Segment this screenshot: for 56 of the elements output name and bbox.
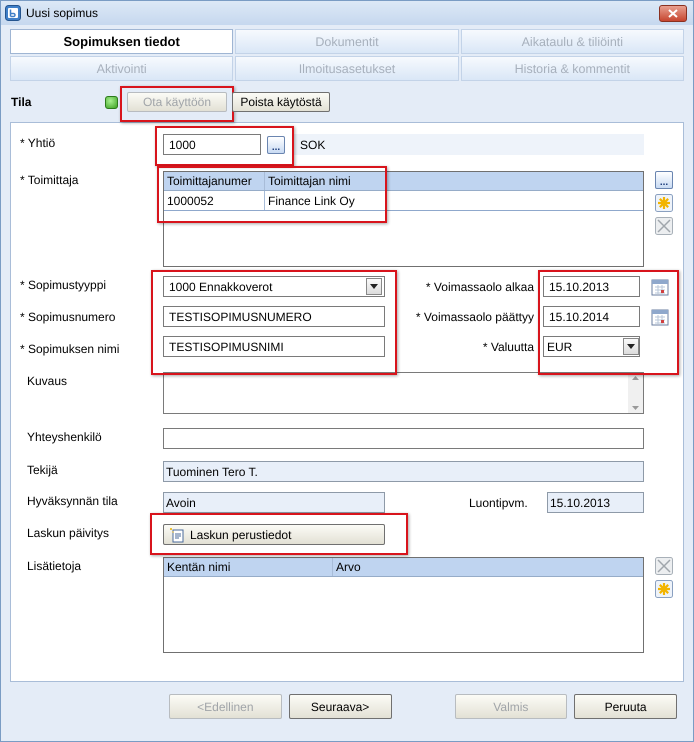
approval-status-field: Avoin	[163, 492, 385, 513]
scroll-up-icon[interactable]	[632, 376, 639, 380]
invoice-details-button[interactable]: Laskun perustiedot	[163, 524, 385, 545]
text-field[interactable]: TESTISOPIMUSNUMERO	[163, 306, 385, 327]
field-label: Yhteyshenkilö	[26, 429, 103, 446]
field-label: * Yhtiö	[20, 135, 56, 152]
tab[interactable]: Sopimuksen tiedot	[10, 29, 234, 54]
company-name-field: SOK	[292, 134, 644, 155]
calendar-icon[interactable]	[651, 308, 669, 326]
table-cell-text: 1000052	[166, 192, 215, 210]
field-label: Luontipvm.	[468, 496, 529, 510]
status-indicator-icon	[105, 96, 118, 108]
dropdown[interactable]: 1000 Ennakkoverot	[163, 276, 385, 297]
field-label: * Sopimusnumero	[20, 309, 116, 326]
field-label: * Sopimustyyppi	[20, 277, 108, 294]
field-label: * Valuutta	[482, 338, 534, 356]
browse-button[interactable]: ...	[267, 136, 285, 154]
field-label: Laskun päivitys	[26, 525, 110, 542]
field-label: Tekijä	[26, 462, 59, 479]
close-icon	[668, 8, 678, 18]
calendar-icon[interactable]	[651, 278, 669, 296]
field-label: * Toimittaja	[20, 172, 80, 189]
field-label: * Voimassaolo alkaa	[426, 278, 534, 296]
field-label: * Sopimuksen nimi	[20, 341, 120, 358]
author-field: Tuominen Tero T.	[163, 461, 644, 482]
close-button[interactable]	[659, 4, 687, 22]
status-label: Tila	[11, 95, 32, 109]
app-icon	[5, 5, 21, 21]
company-code-field[interactable]: 1000	[163, 134, 261, 155]
scroll-down-icon[interactable]	[632, 406, 639, 410]
created-date-field: 15.10.2013	[547, 492, 644, 513]
footer-button[interactable]: Seuraava>	[288, 694, 392, 719]
star-icon[interactable]	[655, 580, 673, 598]
field-label: Kuvaus	[26, 373, 68, 390]
column-header[interactable]: Toimittajan nimi	[264, 172, 643, 190]
dropdown[interactable]: EUR	[543, 336, 640, 357]
column-header[interactable]: Arvo	[332, 558, 643, 576]
delete-icon[interactable]	[655, 556, 673, 574]
star-icon[interactable]	[655, 194, 673, 212]
footer-button[interactable]: Peruuta	[574, 694, 677, 719]
field-label: * Voimassaolo päättyy	[416, 308, 534, 326]
deactivate-button[interactable]: Poista käytöstä	[232, 92, 330, 112]
field-label: Lisätietoja	[26, 558, 82, 574]
window-title: Uusi sopimus	[26, 6, 100, 20]
column-header[interactable]: Kentän nimi	[164, 558, 332, 576]
date-field[interactable]: 15.10.2013	[543, 276, 640, 297]
description-field[interactable]	[163, 372, 644, 414]
browse-button[interactable]: ...	[655, 171, 673, 189]
document-icon	[169, 526, 185, 542]
column-header[interactable]: Toimittajanumer	[164, 172, 264, 190]
field-label: Hyväksynnän tila	[26, 493, 119, 510]
table-cell: Finance Link Oy	[264, 191, 643, 210]
scrollbar[interactable]	[628, 373, 643, 413]
text-field[interactable]: TESTISOPIMUSNIMI	[163, 336, 385, 357]
date-field[interactable]: 15.10.2014	[543, 306, 640, 327]
contact-field[interactable]	[163, 428, 644, 449]
